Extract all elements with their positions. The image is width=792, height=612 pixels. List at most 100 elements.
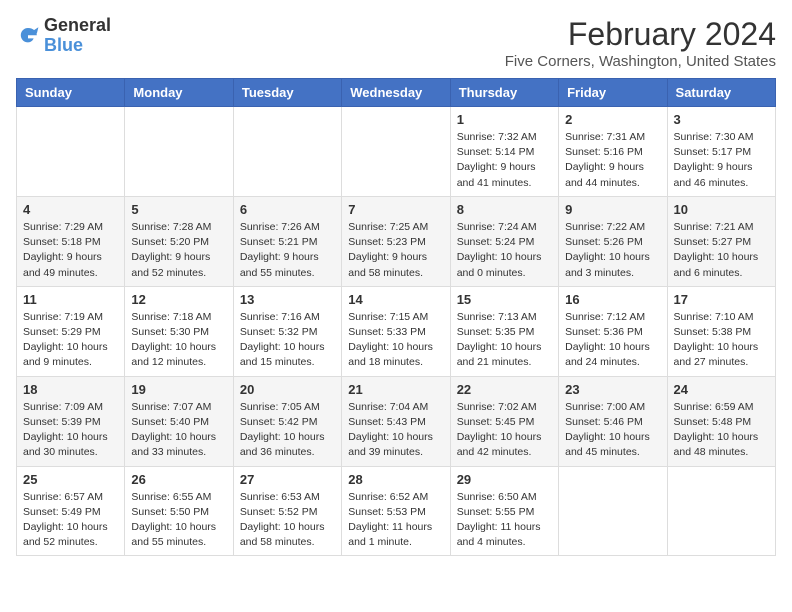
calendar-cell — [125, 107, 233, 197]
day-number: 20 — [240, 382, 335, 397]
calendar-cell — [559, 466, 667, 556]
calendar-cell — [667, 466, 775, 556]
calendar-header-cell: Friday — [559, 79, 667, 107]
calendar-week-row: 25 Sunrise: 6:57 AM Sunset: 5:49 PM Dayli… — [17, 466, 776, 556]
day-info: Sunrise: 7:19 AM Sunset: 5:29 PM Dayligh… — [23, 310, 118, 371]
day-info: Sunrise: 6:55 AM Sunset: 5:50 PM Dayligh… — [131, 490, 226, 551]
title-area: February 2024 Five Corners, Washington, … — [505, 16, 776, 70]
day-info: Sunrise: 7:21 AM Sunset: 5:27 PM Dayligh… — [674, 220, 769, 281]
day-number: 13 — [240, 292, 335, 307]
calendar-cell: 22 Sunrise: 7:02 AM Sunset: 5:45 PM Dayli… — [450, 376, 558, 466]
day-info: Sunrise: 7:24 AM Sunset: 5:24 PM Dayligh… — [457, 220, 552, 281]
calendar-cell: 29 Sunrise: 6:50 AM Sunset: 5:55 PM Dayli… — [450, 466, 558, 556]
day-number: 26 — [131, 472, 226, 487]
day-number: 11 — [23, 292, 118, 307]
day-info: Sunrise: 6:53 AM Sunset: 5:52 PM Dayligh… — [240, 490, 335, 551]
calendar-cell: 8 Sunrise: 7:24 AM Sunset: 5:24 PM Daylig… — [450, 196, 558, 286]
calendar-cell: 3 Sunrise: 7:30 AM Sunset: 5:17 PM Daylig… — [667, 107, 775, 197]
day-info: Sunrise: 7:18 AM Sunset: 5:30 PM Dayligh… — [131, 310, 226, 371]
day-number: 4 — [23, 202, 118, 217]
calendar-cell: 15 Sunrise: 7:13 AM Sunset: 5:35 PM Dayli… — [450, 286, 558, 376]
calendar-header-row: SundayMondayTuesdayWednesdayThursdayFrid… — [17, 79, 776, 107]
calendar-cell: 16Sunrise: 7:12 AM Sunset: 5:36 PM Dayli… — [559, 286, 667, 376]
calendar-cell: 27 Sunrise: 6:53 AM Sunset: 5:52 PM Dayli… — [233, 466, 341, 556]
calendar-header-cell: Wednesday — [342, 79, 450, 107]
day-info: Sunrise: 7:04 AM Sunset: 5:43 PM Dayligh… — [348, 400, 443, 461]
header: General Blue February 2024 Five Corners,… — [16, 16, 776, 70]
day-number: 19 — [131, 382, 226, 397]
day-number: 9 — [565, 202, 660, 217]
main-title: February 2024 — [505, 16, 776, 53]
calendar-body: 1Sunrise: 7:32 AM Sunset: 5:14 PM Daylig… — [17, 107, 776, 556]
calendar-cell: 20 Sunrise: 7:05 AM Sunset: 5:42 PM Dayli… — [233, 376, 341, 466]
day-number: 17 — [674, 292, 769, 307]
day-number: 16 — [565, 292, 660, 307]
day-info: Sunrise: 7:29 AM Sunset: 5:18 PM Dayligh… — [23, 220, 118, 281]
day-info: Sunrise: 6:57 AM Sunset: 5:49 PM Dayligh… — [23, 490, 118, 551]
day-number: 2 — [565, 112, 660, 127]
day-number: 5 — [131, 202, 226, 217]
calendar-cell: 1Sunrise: 7:32 AM Sunset: 5:14 PM Daylig… — [450, 107, 558, 197]
day-info: Sunrise: 7:28 AM Sunset: 5:20 PM Dayligh… — [131, 220, 226, 281]
day-info: Sunrise: 7:00 AM Sunset: 5:46 PM Dayligh… — [565, 400, 660, 461]
calendar-cell: 5 Sunrise: 7:28 AM Sunset: 5:20 PM Daylig… — [125, 196, 233, 286]
calendar-cell: 12 Sunrise: 7:18 AM Sunset: 5:30 PM Dayli… — [125, 286, 233, 376]
day-number: 14 — [348, 292, 443, 307]
day-number: 27 — [240, 472, 335, 487]
calendar-cell: 13 Sunrise: 7:16 AM Sunset: 5:32 PM Dayli… — [233, 286, 341, 376]
day-info: Sunrise: 6:52 AM Sunset: 5:53 PM Dayligh… — [348, 490, 443, 551]
day-number: 12 — [131, 292, 226, 307]
day-info: Sunrise: 7:09 AM Sunset: 5:39 PM Dayligh… — [23, 400, 118, 461]
day-info: Sunrise: 7:22 AM Sunset: 5:26 PM Dayligh… — [565, 220, 660, 281]
calendar-week-row: 4 Sunrise: 7:29 AM Sunset: 5:18 PM Daylig… — [17, 196, 776, 286]
day-info: Sunrise: 7:32 AM Sunset: 5:14 PM Dayligh… — [457, 130, 552, 191]
day-number: 21 — [348, 382, 443, 397]
day-info: Sunrise: 7:15 AM Sunset: 5:33 PM Dayligh… — [348, 310, 443, 371]
calendar-header-cell: Saturday — [667, 79, 775, 107]
calendar-header-cell: Tuesday — [233, 79, 341, 107]
calendar-week-row: 11 Sunrise: 7:19 AM Sunset: 5:29 PM Dayli… — [17, 286, 776, 376]
day-info: Sunrise: 6:50 AM Sunset: 5:55 PM Dayligh… — [457, 490, 552, 551]
day-number: 10 — [674, 202, 769, 217]
subtitle: Five Corners, Washington, United States — [505, 53, 776, 70]
calendar-header-cell: Monday — [125, 79, 233, 107]
day-info: Sunrise: 7:30 AM Sunset: 5:17 PM Dayligh… — [674, 130, 769, 191]
calendar-cell — [17, 107, 125, 197]
calendar-cell: 25 Sunrise: 6:57 AM Sunset: 5:49 PM Dayli… — [17, 466, 125, 556]
day-info: Sunrise: 7:31 AM Sunset: 5:16 PM Dayligh… — [565, 130, 660, 191]
day-number: 8 — [457, 202, 552, 217]
day-number: 6 — [240, 202, 335, 217]
day-number: 7 — [348, 202, 443, 217]
calendar-cell: 11 Sunrise: 7:19 AM Sunset: 5:29 PM Dayli… — [17, 286, 125, 376]
day-number: 3 — [674, 112, 769, 127]
calendar-cell — [233, 107, 341, 197]
calendar-cell: 4 Sunrise: 7:29 AM Sunset: 5:18 PM Daylig… — [17, 196, 125, 286]
day-info: Sunrise: 7:10 AM Sunset: 5:38 PM Dayligh… — [674, 310, 769, 371]
day-number: 18 — [23, 382, 118, 397]
day-info: Sunrise: 7:05 AM Sunset: 5:42 PM Dayligh… — [240, 400, 335, 461]
logo-text: General Blue — [44, 16, 111, 56]
calendar-cell: 2 Sunrise: 7:31 AM Sunset: 5:16 PM Daylig… — [559, 107, 667, 197]
day-number: 22 — [457, 382, 552, 397]
day-number: 24 — [674, 382, 769, 397]
day-number: 15 — [457, 292, 552, 307]
day-number: 23 — [565, 382, 660, 397]
day-number: 28 — [348, 472, 443, 487]
day-info: Sunrise: 7:26 AM Sunset: 5:21 PM Dayligh… — [240, 220, 335, 281]
calendar-cell: 24Sunrise: 6:59 AM Sunset: 5:48 PM Dayli… — [667, 376, 775, 466]
calendar-week-row: 1Sunrise: 7:32 AM Sunset: 5:14 PM Daylig… — [17, 107, 776, 197]
day-info: Sunrise: 7:16 AM Sunset: 5:32 PM Dayligh… — [240, 310, 335, 371]
calendar-cell: 19 Sunrise: 7:07 AM Sunset: 5:40 PM Dayli… — [125, 376, 233, 466]
calendar-cell: 7Sunrise: 7:25 AM Sunset: 5:23 PM Daylig… — [342, 196, 450, 286]
day-number: 29 — [457, 472, 552, 487]
calendar-header-cell: Sunday — [17, 79, 125, 107]
calendar-table: SundayMondayTuesdayWednesdayThursdayFrid… — [16, 78, 776, 556]
calendar-header-cell: Thursday — [450, 79, 558, 107]
calendar-cell: 14 Sunrise: 7:15 AM Sunset: 5:33 PM Dayli… — [342, 286, 450, 376]
logo-icon — [16, 24, 40, 48]
day-info: Sunrise: 7:02 AM Sunset: 5:45 PM Dayligh… — [457, 400, 552, 461]
day-number: 25 — [23, 472, 118, 487]
calendar-cell: 26 Sunrise: 6:55 AM Sunset: 5:50 PM Dayli… — [125, 466, 233, 556]
day-info: Sunrise: 7:07 AM Sunset: 5:40 PM Dayligh… — [131, 400, 226, 461]
day-info: Sunrise: 7:13 AM Sunset: 5:35 PM Dayligh… — [457, 310, 552, 371]
